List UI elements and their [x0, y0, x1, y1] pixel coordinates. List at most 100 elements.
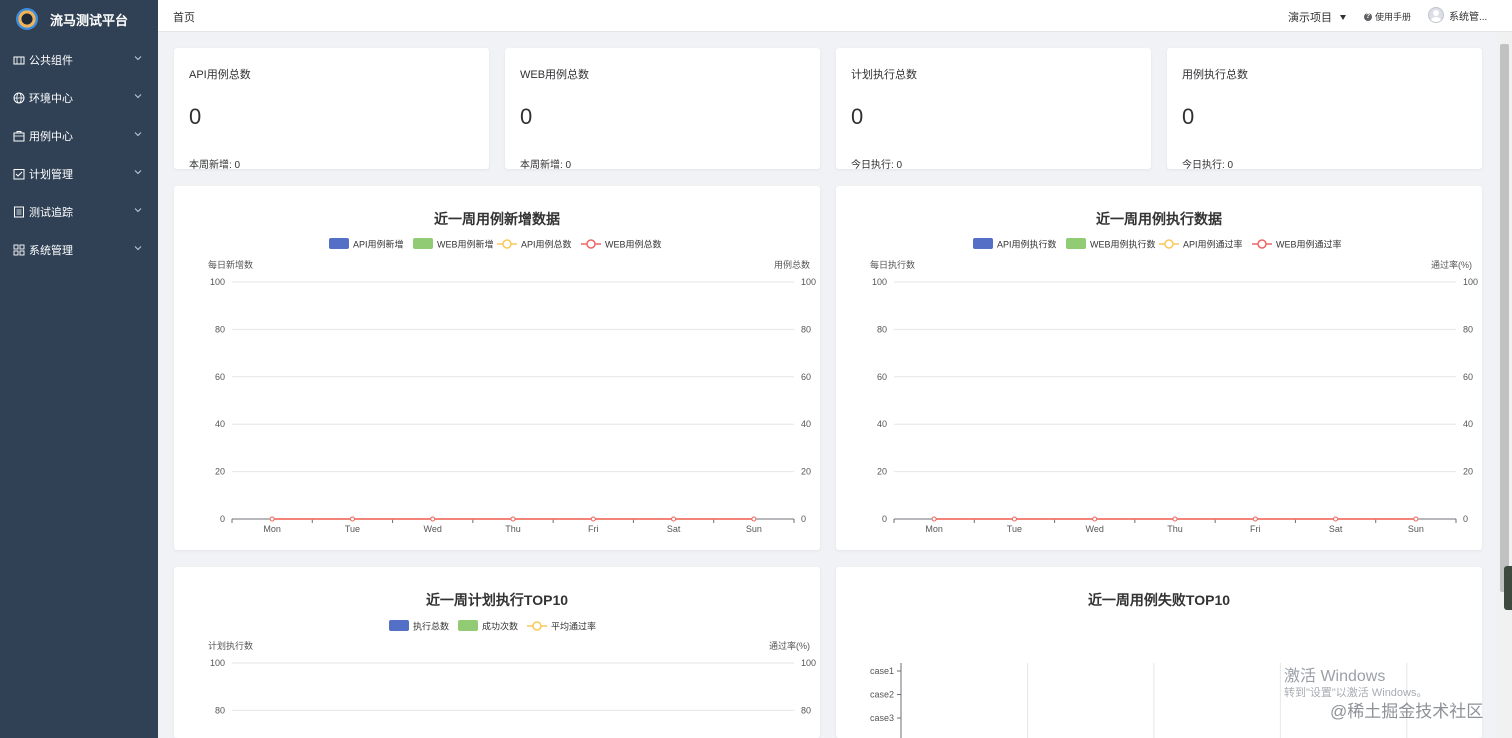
x-tick-label: Tue — [1007, 524, 1022, 534]
legend-label: API用例总数 — [521, 239, 572, 250]
y2-tick-label: 40 — [1463, 419, 1473, 429]
stat-foot: 今日执行: 0 — [851, 160, 903, 171]
top-bar: 首页 演示项目 ? 使用手册 系统管... — [158, 0, 1512, 32]
chart-svg: 近一周计划执行TOP10 执行总数 成功次数 平均通过率计划执行数 通过率(%) 100 1… — [208, 592, 816, 715]
x-tick-label: Mon — [263, 524, 281, 534]
y-tick-label: 0 — [882, 514, 887, 524]
stat-label: API用例总数 — [189, 69, 251, 81]
y-axis-title: 每日执行数 — [870, 259, 915, 270]
stat-label: 用例执行总数 — [1182, 69, 1248, 81]
legend-item: WEB用例新增 — [413, 238, 494, 250]
y-tick-label: 80 — [877, 324, 887, 334]
sidebar: 流马测试平台 公共组件 环境中心 用例中心 计划管理 测试追踪 系统管理 — [0, 0, 158, 738]
y2-tick-label: 20 — [1463, 467, 1473, 477]
legend-swatch — [458, 620, 478, 631]
y-tick-label: case2 — [870, 690, 894, 700]
project-selector[interactable]: 演示项目 — [1288, 9, 1346, 25]
legend-swatch — [329, 238, 349, 249]
component-icon — [13, 54, 25, 66]
legend-marker — [502, 239, 512, 249]
x-tick-label: Sat — [667, 524, 681, 534]
y2-tick-label: 20 — [801, 467, 811, 477]
sidebar-item-label: 测试追踪 — [29, 207, 73, 219]
legend-marker — [586, 239, 596, 249]
y2-tick-label: 0 — [801, 514, 806, 524]
user-menu[interactable]: 系统管... — [1428, 7, 1487, 23]
y-tick-label: 40 — [877, 419, 887, 429]
sidebar-item-system[interactable]: 系统管理 — [0, 231, 158, 269]
chart-title: 近一周用例新增数据 — [434, 211, 560, 227]
x-tick-label: Wed — [424, 524, 442, 534]
chart-title: 近一周用例执行数据 — [1096, 211, 1222, 227]
logo-icon — [16, 8, 38, 30]
page-scrollbar[interactable] — [1497, 32, 1512, 738]
project-name: 演示项目 — [1288, 12, 1332, 24]
series-point — [931, 516, 937, 522]
side-tab-handle[interactable] — [1504, 566, 1512, 610]
legend-swatch — [413, 238, 433, 249]
chevron-down-icon — [134, 56, 142, 61]
y-tick-label: 40 — [215, 419, 225, 429]
series-point — [349, 516, 355, 522]
chart-weekly-new-cases: 近一周用例新增数据 API用例新增 WEB用例新增 API用例总数 WEB用例总数每日新… — [174, 186, 820, 550]
legend-item: WEB用例执行数 — [1066, 238, 1156, 250]
series-point — [1011, 516, 1017, 522]
x-tick-label: Sat — [1329, 524, 1343, 534]
x-tick-label: Fri — [588, 524, 599, 534]
help-link[interactable]: ? 使用手册 — [1364, 10, 1411, 23]
y-axis-title: 每日新增数 — [208, 259, 253, 270]
sidebar-item-environment[interactable]: 环境中心 — [0, 79, 158, 117]
box-icon — [13, 130, 25, 142]
site-watermark: @稀土掘金技术社区 — [1330, 702, 1484, 721]
chart-weekly-executions: 近一周用例执行数据 API用例执行数 WEB用例执行数 API用例通过率 WEB用例通过… — [836, 186, 1482, 550]
series-point — [510, 516, 516, 522]
sidebar-item-tracking[interactable]: 测试追踪 — [0, 193, 158, 231]
y2-axis-title: 用例总数 — [774, 259, 810, 270]
legend-label: 成功次数 — [482, 621, 518, 632]
chart-svg: 近一周用例新增数据 API用例新增 WEB用例新增 API用例总数 WEB用例总数每日新… — [208, 211, 816, 534]
breadcrumb[interactable]: 首页 — [173, 9, 195, 25]
legend-label: WEB用例总数 — [605, 239, 662, 250]
chevron-down-icon — [134, 246, 142, 251]
y2-axis-title: 通过率(%) — [769, 640, 810, 651]
legend-swatch — [973, 238, 993, 249]
sidebar-item-components[interactable]: 公共组件 — [0, 41, 158, 79]
y-tick-label: 100 — [210, 658, 225, 668]
chart-svg: 近一周用例执行数据 API用例执行数 WEB用例执行数 API用例通过率 WEB用例通过… — [870, 211, 1478, 534]
series-point — [1333, 516, 1339, 522]
sidebar-item-cases[interactable]: 用例中心 — [0, 117, 158, 155]
series-point — [590, 516, 596, 522]
x-tick-label: Tue — [345, 524, 360, 534]
sidebar-item-label: 用例中心 — [29, 131, 73, 143]
user-name: 系统管... — [1449, 11, 1488, 23]
sidebar-item-label: 环境中心 — [29, 93, 73, 105]
stat-card-api-cases: API用例总数 0 本周新增: 0 — [174, 48, 489, 171]
legend-swatch — [389, 620, 409, 631]
legend-item: WEB用例通过率 — [1252, 239, 1342, 250]
checklist-icon — [13, 168, 25, 180]
series-point — [671, 516, 677, 522]
question-icon: ? — [1364, 12, 1372, 21]
series-point — [1413, 516, 1419, 522]
stat-card-web-cases: WEB用例总数 0 本周新增: 0 — [505, 48, 820, 171]
stat-card-plan-executions: 计划执行总数 0 今日执行: 0 — [836, 48, 1151, 171]
chart-plan-top10: 近一周计划执行TOP10 执行总数 成功次数 平均通过率 计划执行数 通过率(%) 100 1… — [174, 567, 820, 738]
legend-label: API用例执行数 — [997, 239, 1057, 250]
y-axis-title: 计划执行数 — [208, 640, 253, 651]
stat-label: 计划执行总数 — [851, 69, 917, 81]
y2-axis-title: 通过率(%) — [1431, 259, 1472, 270]
x-tick-label: Mon — [925, 524, 943, 534]
app-title: 流马测试平台 — [50, 12, 129, 28]
x-tick-label: Sun — [1408, 524, 1424, 534]
chevron-down-icon — [134, 94, 142, 99]
legend-label: 执行总数 — [413, 621, 449, 632]
legend-label: API用例通过率 — [1183, 239, 1243, 250]
app-logo[interactable]: 流马测试平台 — [0, 0, 158, 38]
legend-item: API用例新增 — [329, 238, 404, 250]
x-tick-label: Sun — [746, 524, 762, 534]
y-tick-label: 60 — [215, 372, 225, 382]
y2-tick-label: 0 — [1463, 514, 1468, 524]
scroll-thumb[interactable] — [1500, 44, 1509, 592]
sidebar-item-plans[interactable]: 计划管理 — [0, 155, 158, 193]
y-tick-label: 0 — [220, 514, 225, 524]
